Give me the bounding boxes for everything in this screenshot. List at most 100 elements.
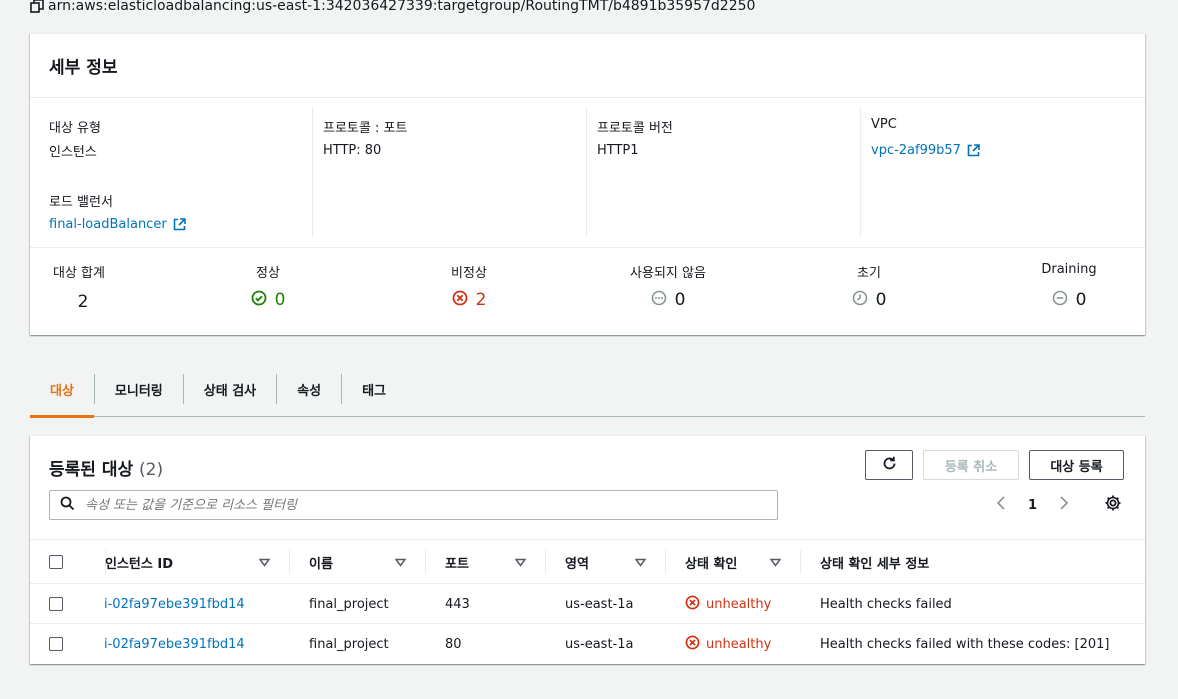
protocol-version-value: HTTP1 <box>597 142 639 158</box>
check-circle-icon <box>251 290 267 311</box>
targets-title: 등록된 대상 (2) <box>49 460 164 480</box>
tab-monitoring[interactable]: 모니터링 <box>95 362 183 417</box>
targets-count: (2) <box>139 460 164 480</box>
row-checkbox[interactable] <box>49 624 63 664</box>
sort-caret-icon[interactable] <box>514 556 527 571</box>
stat-draining-value: 0 <box>1075 290 1087 310</box>
table-row: i-02fa97ebe391fbd14 final_project 80 us-… <box>30 624 1145 664</box>
target-type-label: 대상 유형 <box>49 121 101 136</box>
row-name: final_project <box>309 636 389 652</box>
details-col-4: VPC vpc-2af99b57 <box>861 107 1135 237</box>
external-link-icon[interactable] <box>967 143 980 157</box>
stat-initial-value: 0 <box>875 290 887 310</box>
row-checkbox[interactable] <box>49 584 63 624</box>
protocol-version-label: 프로토콜 버전 <box>597 121 673 136</box>
stat-unhealthy-label: 비정상 <box>451 266 487 281</box>
sort-caret-icon[interactable] <box>258 556 271 571</box>
row-name: final_project <box>309 596 389 612</box>
page-number[interactable]: 1 <box>1028 498 1037 513</box>
sort-caret-icon[interactable] <box>394 556 407 571</box>
instance-id-link[interactable]: i-02fa97ebe391fbd14 <box>104 597 245 612</box>
details-header: 세부 정보 <box>30 34 1145 98</box>
stat-total-value: 2 <box>77 292 89 312</box>
stat-unhealthy-value: 2 <box>475 290 487 310</box>
tab-tags[interactable]: 태그 <box>342 362 406 417</box>
arn-text: arn:aws:elasticloadbalancing:us-east-1:3… <box>48 0 756 14</box>
tab-bar: 대상 모니터링 상태 검사 속성 태그 <box>30 362 1145 418</box>
row-zone: us-east-1a <box>565 596 634 612</box>
protocol-port-value: HTTP: 80 <box>323 142 382 158</box>
refresh-button[interactable] <box>865 450 913 480</box>
tab-attributes[interactable]: 속성 <box>277 362 341 417</box>
details-columns: 대상 유형 인스턴스 로드 밸런서 final-loadBalancer 프로토… <box>30 99 1145 247</box>
load-balancer-field: final-loadBalancer <box>49 215 312 233</box>
stat-initial: 초기 0 <box>839 262 899 312</box>
stat-initial-field: 0 <box>839 288 899 312</box>
row-port: 443 <box>445 596 470 612</box>
stat-draining-label: Draining <box>1041 262 1097 277</box>
external-link-icon[interactable] <box>173 217 186 231</box>
column-health-status[interactable]: 상태 확인 <box>685 540 737 584</box>
stat-healthy-field: 0 <box>238 288 298 312</box>
column-zone[interactable]: 영역 <box>565 540 589 584</box>
sort-caret-icon[interactable] <box>769 556 782 571</box>
row-health-status: unhealthy <box>685 584 771 624</box>
target-type-value: 인스턴스 <box>49 144 97 160</box>
gear-icon[interactable] <box>1104 494 1122 516</box>
table-row: i-02fa97ebe391fbd14 final_project 443 us… <box>30 584 1145 624</box>
column-port[interactable]: 포트 <box>445 540 469 584</box>
search-box[interactable] <box>49 490 778 520</box>
row-port: 80 <box>445 636 462 652</box>
load-balancer-label: 로드 밸런서 <box>49 195 113 210</box>
details-card: 세부 정보 대상 유형 인스턴스 로드 밸런서 final-loadBalanc… <box>30 33 1145 335</box>
x-circle-icon <box>685 595 700 614</box>
stat-healthy: 정상 0 <box>238 262 298 312</box>
protocol-port-label: 프로토콜 : 포트 <box>323 121 408 136</box>
stat-healthy-value: 0 <box>274 290 286 310</box>
stat-draining: Draining 0 <box>1034 262 1104 312</box>
vpc-link[interactable]: vpc-2af99b57 <box>871 143 961 158</box>
chevron-left-icon[interactable] <box>996 495 1006 515</box>
row-zone: us-east-1a <box>565 636 634 652</box>
stat-total-label: 대상 합계 <box>53 266 105 281</box>
row-health-details: Health checks failed with these codes: [… <box>820 636 1110 652</box>
search-icon <box>60 496 75 515</box>
tab-targets[interactable]: 대상 <box>30 362 94 418</box>
column-name[interactable]: 이름 <box>309 540 333 584</box>
stat-unused-value: 0 <box>674 290 686 310</box>
deregister-button[interactable]: 등록 취소 <box>923 450 1019 480</box>
details-col-2: 프로토콜 : 포트 HTTP: 80 <box>313 107 587 237</box>
x-circle-icon <box>452 290 468 311</box>
select-all-checkbox[interactable] <box>49 540 63 584</box>
row-health-details: Health checks failed <box>820 596 952 612</box>
sort-caret-icon[interactable] <box>634 556 647 571</box>
stat-unused-label: 사용되지 않음 <box>630 266 706 281</box>
stats-row: 대상 합계 2 정상 0 비정상 2 사용되지 않음 0 초기 0 Draini… <box>30 247 1145 335</box>
chevron-right-icon[interactable] <box>1059 495 1069 515</box>
stat-unused: 사용되지 않음 0 <box>618 262 718 312</box>
dots-circle-icon <box>651 290 667 311</box>
clock-icon <box>852 290 868 311</box>
details-col-1: 대상 유형 인스턴스 로드 밸런서 final-loadBalancer <box>39 107 313 237</box>
column-health-details[interactable]: 상태 확인 세부 정보 <box>820 540 929 584</box>
register-targets-button[interactable]: 대상 등록 <box>1029 450 1124 480</box>
stat-draining-field: 0 <box>1034 288 1104 312</box>
search-input[interactable] <box>85 497 725 513</box>
details-col-3: 프로토콜 버전 HTTP1 <box>587 107 861 237</box>
stat-initial-label: 초기 <box>857 266 881 281</box>
arn-row: arn:aws:elasticloadbalancing:us-east-1:3… <box>30 0 755 15</box>
stat-total: 대상 합계 2 <box>53 262 113 314</box>
minus-circle-icon <box>1052 290 1068 311</box>
stat-unhealthy: 비정상 2 <box>439 262 499 312</box>
stat-unused-field: 0 <box>618 288 718 312</box>
instance-id-link[interactable]: i-02fa97ebe391fbd14 <box>104 637 245 652</box>
vpc-field: vpc-2af99b57 <box>871 141 1135 159</box>
x-circle-icon <box>685 635 700 654</box>
pagination: 1 <box>996 493 1069 517</box>
refresh-icon <box>881 455 898 476</box>
load-balancer-link[interactable]: final-loadBalancer <box>49 217 167 232</box>
copy-icon[interactable] <box>30 0 44 13</box>
tab-health-checks[interactable]: 상태 검사 <box>184 362 276 417</box>
vpc-label: VPC <box>871 117 897 132</box>
stat-unhealthy-field: 2 <box>439 288 499 312</box>
